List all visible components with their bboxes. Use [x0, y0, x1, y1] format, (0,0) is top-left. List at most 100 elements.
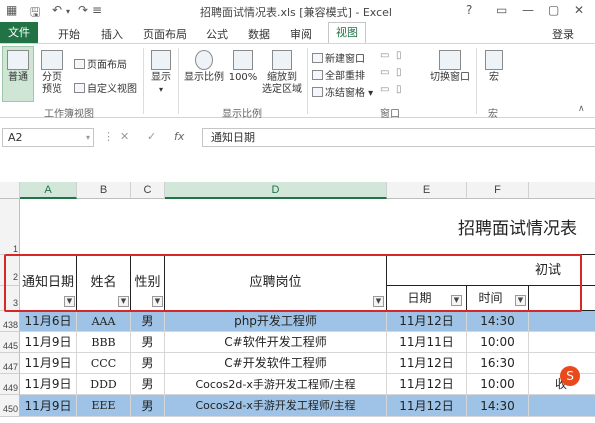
cell-notice-date[interactable]: 11月9日 — [20, 332, 77, 353]
cell-extra[interactable] — [529, 395, 595, 417]
save-icon[interactable]: 🖫 — [30, 3, 40, 24]
row-header-450[interactable]: 450 — [0, 395, 20, 417]
page-break-preview-button[interactable]: 分页 预览 — [38, 50, 66, 96]
synchronous-scrolling-icon[interactable]: ▯ — [396, 67, 402, 78]
close-button[interactable]: ✕ — [574, 3, 584, 17]
redo-icon[interactable]: ↷ — [78, 3, 88, 17]
cell-gender[interactable]: 男 — [131, 332, 165, 353]
zoom-100-button[interactable]: 100% — [228, 50, 258, 84]
cell-extra[interactable] — [529, 311, 595, 332]
hide-icon[interactable]: ▭ — [380, 67, 389, 78]
name-box[interactable]: A2 — [2, 128, 94, 147]
page-layout-button[interactable]: 页面布局 — [74, 56, 127, 71]
tab-view[interactable]: 视图 — [328, 22, 366, 43]
tab-data[interactable]: 数据 — [248, 26, 270, 42]
cell-gender[interactable]: 男 — [131, 311, 165, 332]
cell-notice-date[interactable]: 11月9日 — [20, 374, 77, 395]
switch-windows-button[interactable]: 切换窗口 — [428, 50, 472, 84]
cell-notice-date[interactable]: 11月9日 — [20, 353, 77, 374]
cell-extra[interactable] — [529, 332, 595, 353]
column-header-E[interactable]: E — [387, 182, 467, 199]
customize-qat-icon[interactable]: ≡ — [92, 3, 102, 17]
show-button[interactable]: 显示 ▾ — [147, 50, 175, 96]
enter-entry-icon[interactable]: ✓ — [147, 130, 156, 143]
cell-interview-date[interactable]: 11月11日 — [387, 332, 467, 353]
tab-formulas[interactable]: 公式 — [206, 26, 228, 42]
help-button[interactable]: ? — [466, 3, 472, 17]
minimize-button[interactable]: — — [522, 3, 534, 17]
cell-name[interactable]: CCC — [77, 353, 131, 374]
cell-notice-date[interactable]: 11月6日 — [20, 311, 77, 332]
cell-name[interactable]: EEE — [77, 395, 131, 417]
cell-interview-date[interactable]: 11月12日 — [387, 395, 467, 417]
cell-name[interactable]: BBB — [77, 332, 131, 353]
row-header-449[interactable]: 449 — [0, 374, 20, 395]
cell-interview-time[interactable]: 10:00 — [467, 332, 529, 353]
zoom-to-selection-button[interactable]: 缩放到 选定区域 — [262, 50, 302, 96]
cell-gender[interactable]: 男 — [131, 353, 165, 374]
tab-page-layout[interactable]: 页面布局 — [143, 26, 187, 42]
zoom-button[interactable]: 显示比例 — [182, 50, 226, 84]
cell-position[interactable]: Cocos2d-x手游开发工程师/主程 — [165, 395, 387, 417]
row-header-445[interactable]: 445 — [0, 332, 20, 353]
group-macros: 宏 — [488, 109, 498, 120]
column-header-G[interactable] — [529, 182, 595, 199]
sheet-title[interactable]: 招聘面试情况表 — [20, 199, 595, 255]
row-header-1[interactable]: 1 — [0, 199, 20, 255]
collapse-ribbon-icon[interactable]: ∧ — [578, 104, 585, 114]
freeze-panes-button[interactable]: 冻结窗格 ▾ — [312, 84, 373, 99]
title-bar: ▦ 🖫 ↶ ▾ ↷ ≡ 招聘面试情况表.xls [兼容模式] - Excel ?… — [0, 0, 595, 22]
column-header-C[interactable]: C — [131, 182, 165, 199]
new-window-button[interactable]: 新建窗口 — [312, 50, 365, 65]
cell-interview-date[interactable]: 11月12日 — [387, 311, 467, 332]
ribbon-separator — [143, 48, 144, 114]
row-header-447[interactable]: 447 — [0, 353, 20, 374]
group-zoom: 显示比例 — [222, 109, 262, 120]
formula-options-icon: ⋮ — [103, 130, 114, 143]
column-header-D[interactable]: D — [165, 182, 387, 199]
cell-position[interactable]: php开发工程师 — [165, 311, 387, 332]
cell-interview-time[interactable]: 14:30 — [467, 395, 529, 417]
cell-gender[interactable]: 男 — [131, 395, 165, 417]
cell-position[interactable]: C#软件开发工程师 — [165, 332, 387, 353]
macros-button[interactable]: 宏 — [482, 50, 506, 84]
reset-window-position-icon[interactable]: ▯ — [396, 84, 402, 95]
page-break-preview-icon — [41, 50, 63, 70]
cell-interview-time[interactable]: 14:30 — [467, 311, 529, 332]
column-header-B[interactable]: B — [77, 182, 131, 199]
unhide-icon[interactable]: ▭ — [380, 84, 389, 95]
row-header-438[interactable]: 438 — [0, 311, 20, 332]
cell-gender[interactable]: 男 — [131, 374, 165, 395]
cell-notice-date[interactable]: 11月9日 — [20, 395, 77, 417]
cell-name[interactable]: AAA — [77, 311, 131, 332]
column-header-A[interactable]: A — [20, 182, 77, 199]
maximize-button[interactable]: ▢ — [548, 3, 559, 17]
excel-logo-icon: ▦ — [6, 3, 18, 17]
cell-interview-time[interactable]: 10:00 — [467, 374, 529, 395]
cell-position[interactable]: Cocos2d-x手游开发工程师/主程 — [165, 374, 387, 395]
cancel-entry-icon[interactable]: ✕ — [120, 130, 129, 143]
cell-name[interactable]: DDD — [77, 374, 131, 395]
tab-home[interactable]: 开始 — [58, 26, 80, 42]
insert-function-icon[interactable]: fx — [174, 130, 184, 143]
split-icon[interactable]: ▭ — [380, 50, 389, 61]
name-box-dropdown-icon[interactable]: ▾ — [86, 133, 90, 142]
tab-file[interactable]: 文件 — [0, 22, 38, 43]
arrange-all-button[interactable]: 全部重排 — [312, 67, 365, 82]
column-header-F[interactable]: F — [467, 182, 529, 199]
undo-icon[interactable]: ↶ — [52, 3, 62, 17]
cell-interview-time[interactable]: 16:30 — [467, 353, 529, 374]
tab-review[interactable]: 审阅 — [290, 26, 312, 42]
tab-insert[interactable]: 插入 — [101, 26, 123, 42]
formula-input[interactable]: 通知日期 — [202, 128, 595, 147]
cell-interview-date[interactable]: 11月12日 — [387, 374, 467, 395]
custom-view-button[interactable]: 自定义视图 — [74, 80, 137, 95]
cell-position[interactable]: C#开发软件工程师 — [165, 353, 387, 374]
sign-in-link[interactable]: 登录 — [552, 26, 574, 42]
ribbon-display-button[interactable]: ▭ — [496, 3, 507, 17]
cell-interview-date[interactable]: 11月12日 — [387, 353, 467, 374]
undo-dropdown-icon[interactable]: ▾ — [66, 7, 70, 16]
normal-view-button[interactable]: 普通 — [4, 50, 32, 84]
view-side-by-side-icon[interactable]: ▯ — [396, 50, 402, 61]
select-all-corner[interactable] — [0, 182, 20, 199]
